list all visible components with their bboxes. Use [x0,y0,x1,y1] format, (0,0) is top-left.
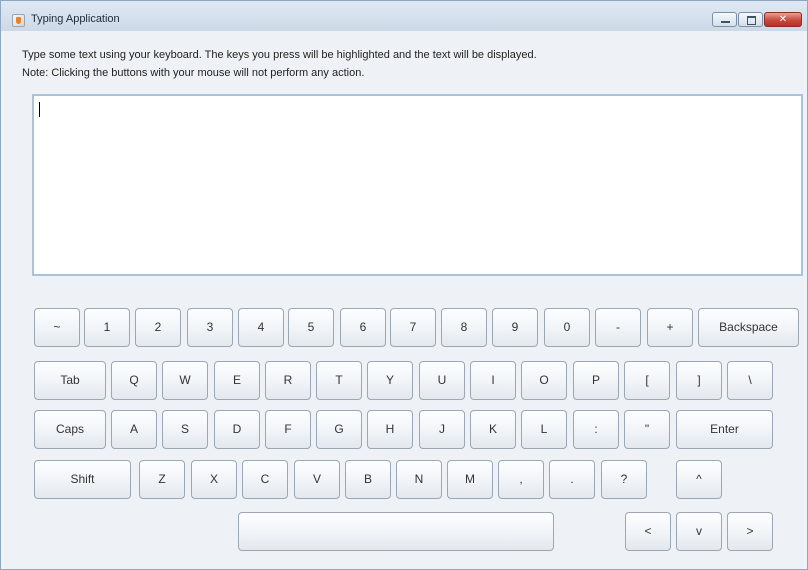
key-spacebar[interactable] [238,512,554,551]
key-q[interactable]: Q [111,361,157,400]
key-2[interactable]: 2 [135,308,181,347]
key-x[interactable]: X [191,460,237,499]
key-h[interactable]: H [367,410,413,449]
key-period[interactable]: . [549,460,595,499]
key-g[interactable]: G [316,410,362,449]
key-question[interactable]: ? [601,460,647,499]
key-d[interactable]: D [214,410,260,449]
note-text: Note: Clicking the buttons with your mou… [22,67,365,79]
key-6[interactable]: 6 [340,308,386,347]
text-caret [39,102,40,117]
key-0[interactable]: 0 [544,308,590,347]
key-minus[interactable]: - [595,308,641,347]
key-a[interactable]: A [111,410,157,449]
key-u[interactable]: U [419,361,465,400]
key-w[interactable]: W [162,361,208,400]
instruction-text: Type some text using your keyboard. The … [22,49,537,61]
key-down-arrow[interactable]: v [676,512,722,551]
key-comma[interactable]: , [498,460,544,499]
key-n[interactable]: N [396,460,442,499]
key-t[interactable]: T [316,361,362,400]
app-window: Typing Application ✕ Type some text usin… [0,0,808,570]
minimize-icon [713,13,736,26]
key-o[interactable]: O [521,361,567,400]
close-icon: ✕ [778,14,788,25]
minimize-button[interactable] [712,12,737,27]
close-button[interactable]: ✕ [764,12,802,27]
key-9[interactable]: 9 [492,308,538,347]
key-5[interactable]: 5 [288,308,334,347]
key-right-bracket[interactable]: ] [676,361,722,400]
key-tilde[interactable]: ~ [34,308,80,347]
key-v[interactable]: V [294,460,340,499]
key-k[interactable]: K [470,410,516,449]
key-1[interactable]: 1 [84,308,130,347]
key-e[interactable]: E [214,361,260,400]
key-up-arrow[interactable]: ^ [676,460,722,499]
key-enter[interactable]: Enter [676,410,773,449]
key-backslash[interactable]: \ [727,361,773,400]
window-title: Typing Application [31,13,120,25]
key-j[interactable]: J [419,410,465,449]
key-s[interactable]: S [162,410,208,449]
key-plus[interactable]: + [647,308,693,347]
key-i[interactable]: I [470,361,516,400]
title-bar[interactable]: Typing Application ✕ [1,1,807,31]
maximize-button[interactable] [738,12,763,27]
key-8[interactable]: 8 [441,308,487,347]
key-left-arrow[interactable]: < [625,512,671,551]
key-colon[interactable]: : [573,410,619,449]
key-right-arrow[interactable]: > [727,512,773,551]
key-l[interactable]: L [521,410,567,449]
key-4[interactable]: 4 [238,308,284,347]
key-quote[interactable]: " [624,410,670,449]
key-m[interactable]: M [447,460,493,499]
key-tab[interactable]: Tab [34,361,106,400]
key-y[interactable]: Y [367,361,413,400]
typing-text-area[interactable] [32,94,803,276]
key-r[interactable]: R [265,361,311,400]
key-left-bracket[interactable]: [ [624,361,670,400]
java-cup-icon [12,14,25,27]
key-c[interactable]: C [242,460,288,499]
key-p[interactable]: P [573,361,619,400]
key-caps[interactable]: Caps [34,410,106,449]
key-f[interactable]: F [265,410,311,449]
key-shift[interactable]: Shift [34,460,131,499]
maximize-icon [739,13,762,26]
key-z[interactable]: Z [139,460,185,499]
key-backspace[interactable]: Backspace [698,308,799,347]
key-b[interactable]: B [345,460,391,499]
key-7[interactable]: 7 [390,308,436,347]
key-3[interactable]: 3 [187,308,233,347]
